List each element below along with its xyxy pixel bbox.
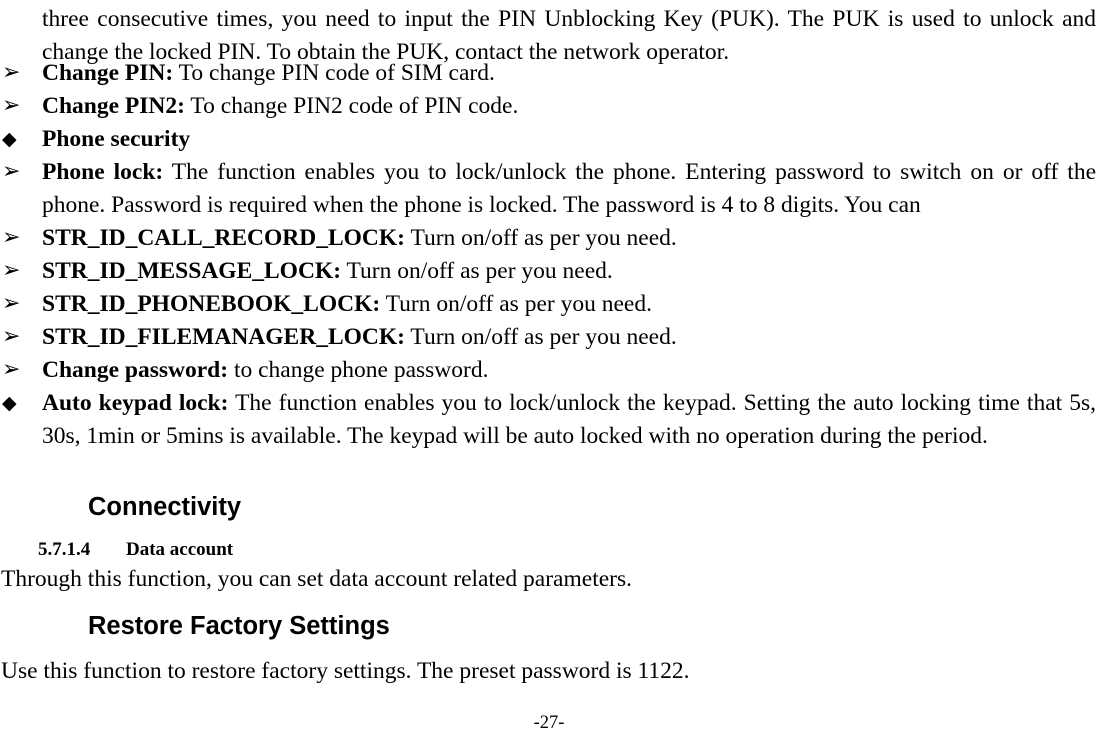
list-item-term: STR_ID_FILEMANAGER_LOCK: <box>42 324 405 350</box>
arrow-bullet-icon: ➢ <box>2 357 21 382</box>
list-item: ➢ STR_ID_PHONEBOOK_LOCK: Turn on/off as … <box>0 288 1098 321</box>
list-item-body: Change PIN2: To change PIN2 code of PIN … <box>42 90 1096 123</box>
list-item-term: Change PIN2: <box>42 93 185 119</box>
section-heading-restore-factory-settings: Restore Factory Settings <box>88 612 390 640</box>
list-item-body: Auto keypad lock: The function enables y… <box>42 387 1096 452</box>
list-item-text: To change PIN2 code of PIN code. <box>184 93 519 119</box>
list-item: ➢ STR_ID_FILEMANAGER_LOCK: Turn on/off a… <box>0 321 1098 354</box>
diamond-bullet-icon: ◆ <box>2 128 17 150</box>
list-item: ➢ Change PIN2: To change PIN2 code of PI… <box>0 90 1098 123</box>
continued-paragraph-line-1: three consecutive times, you need to inp… <box>42 6 1054 32</box>
arrow-bullet-icon: ➢ <box>2 93 21 118</box>
list-item: ➢ STR_ID_CALL_RECORD_LOCK: Turn on/off a… <box>0 222 1098 255</box>
list-item-body: STR_ID_MESSAGE_LOCK: Turn on/off as per … <box>42 255 1096 288</box>
list-item-term: STR_ID_MESSAGE_LOCK: <box>42 258 342 284</box>
list-item-term: STR_ID_PHONEBOOK_LOCK: <box>42 291 381 317</box>
list-item-body: STR_ID_FILEMANAGER_LOCK: Turn on/off as … <box>42 321 1096 354</box>
diamond-bullet-icon: ◆ <box>2 392 17 414</box>
document-page: three consecutive times, you need to inp… <box>0 0 1098 734</box>
list-item: ➢ Change password: to change phone passw… <box>0 354 1098 387</box>
arrow-bullet-icon: ➢ <box>2 60 21 85</box>
list-item-text: Turn on/off as per you need. <box>380 291 652 317</box>
arrow-bullet-icon: ➢ <box>2 324 21 349</box>
list-item-text: Turn on/off as per you need. <box>405 225 677 251</box>
section-body-restore-factory-settings: Use this function to restore factory set… <box>1 658 690 684</box>
list-item: ➢ Phone lock: The function enables you t… <box>0 156 1098 221</box>
list-item-body: STR_ID_PHONEBOOK_LOCK: Turn on/off as pe… <box>42 288 1096 321</box>
list-item-term: Change PIN: <box>42 60 174 86</box>
list-item-text: To change PIN code of SIM card. <box>173 60 495 86</box>
list-item-term: Phone lock: <box>42 159 164 185</box>
list-item-body: Change PIN: To change PIN code of SIM ca… <box>42 57 1096 90</box>
arrow-bullet-icon: ➢ <box>2 291 21 316</box>
list-item-term: Phone security <box>42 126 191 152</box>
list-item-body: Change password: to change phone passwor… <box>42 354 1096 387</box>
list-item: ➢ STR_ID_MESSAGE_LOCK: Turn on/off as pe… <box>0 255 1098 288</box>
arrow-bullet-icon: ➢ <box>2 159 21 184</box>
subsection-title: Data account <box>126 539 234 560</box>
list-item: ➢ Change PIN: To change PIN code of SIM … <box>0 57 1098 90</box>
list-item-body: Phone security <box>42 123 1096 156</box>
list-item-term: Change password: <box>42 357 229 383</box>
list-item-body: Phone lock: The function enables you to … <box>42 156 1096 221</box>
page-number: -27- <box>533 713 565 733</box>
list-item-term: STR_ID_CALL_RECORD_LOCK: <box>42 225 405 251</box>
arrow-bullet-icon: ➢ <box>2 225 21 250</box>
section-heading-connectivity: Connectivity <box>88 493 242 521</box>
section-body-data-account: Through this function, you can set data … <box>1 566 633 592</box>
list-item-text: The function enables you to lock/unlock … <box>42 159 1097 218</box>
list-item-term: Auto keypad lock: <box>42 390 229 416</box>
list-item-text: to change phone password. <box>228 357 489 383</box>
list-item-text: Turn on/off as per you need. <box>341 258 613 284</box>
subsection-heading-data-account: 5.7.1.4 Data account <box>38 538 233 562</box>
list-item: ◆ Auto keypad lock: The function enables… <box>0 387 1098 452</box>
list-item-body: STR_ID_CALL_RECORD_LOCK: Turn on/off as … <box>42 222 1096 255</box>
arrow-bullet-icon: ➢ <box>2 258 21 283</box>
list-item-text: Turn on/off as per you need. <box>404 324 677 350</box>
subsection-number: 5.7.1.4 <box>38 539 91 560</box>
list-item: ◆ Phone security <box>0 123 1098 156</box>
